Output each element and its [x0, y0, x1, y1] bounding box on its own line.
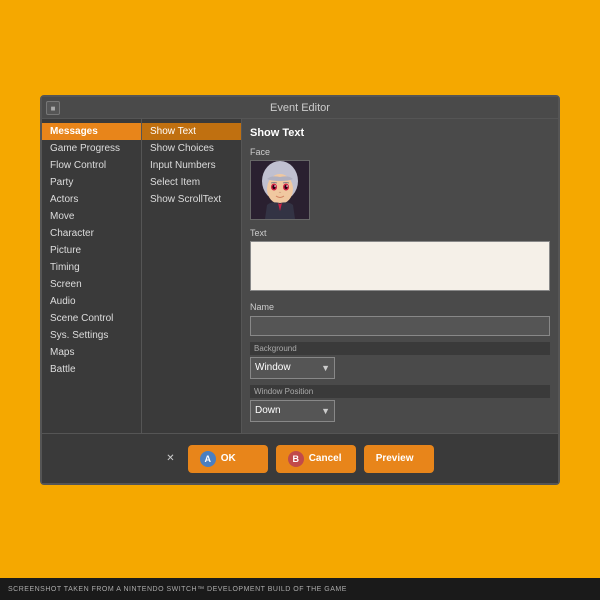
- name-input[interactable]: [250, 316, 550, 336]
- bottom-bar: SCREENSHOT TAKEN FROM A NINTENDO SWITCH™…: [0, 578, 600, 600]
- text-input[interactable]: [250, 241, 550, 291]
- sidebar-item-flow-control[interactable]: Flow Control: [42, 157, 141, 174]
- sidebar-item-game-progress[interactable]: Game Progress: [42, 140, 141, 157]
- a-circle-icon: A: [200, 451, 216, 467]
- editor-window: ■ Event Editor Messages Game Progress Fl…: [40, 95, 560, 485]
- face-label: Face: [250, 147, 550, 157]
- sidebar-item-timing[interactable]: Timing: [42, 259, 141, 276]
- window-position-label: Window Position: [250, 385, 550, 398]
- middle-item-show-text[interactable]: Show Text: [142, 123, 241, 140]
- sidebar-item-audio[interactable]: Audio: [42, 293, 141, 310]
- background-value: Window: [255, 362, 291, 373]
- middle-item-show-choices[interactable]: Show Choices: [142, 140, 241, 157]
- sidebar: Messages Game Progress Flow Control Part…: [42, 119, 142, 433]
- middle-panel: Show Text Show Choices Input Numbers Sel…: [142, 119, 242, 433]
- middle-item-show-scroll-text[interactable]: Show ScrollText: [142, 191, 241, 208]
- window-title: Event Editor: [270, 102, 330, 114]
- window-position-chevron-icon: ▼: [321, 406, 330, 416]
- sidebar-item-character[interactable]: Character: [42, 225, 141, 242]
- middle-item-select-item[interactable]: Select Item: [142, 174, 241, 191]
- sidebar-item-messages[interactable]: Messages: [42, 123, 141, 140]
- name-label: Name: [250, 302, 550, 312]
- sidebar-item-party[interactable]: Party: [42, 174, 141, 191]
- cancel-button[interactable]: B Cancel: [276, 445, 356, 473]
- sidebar-item-battle[interactable]: Battle: [42, 361, 141, 378]
- background-label: Background: [250, 342, 550, 355]
- middle-item-input-numbers[interactable]: Input Numbers: [142, 157, 241, 174]
- right-panel: Show Text Face: [242, 119, 558, 433]
- background-chevron-icon: ▼: [321, 363, 330, 373]
- background-select[interactable]: Window ▼: [250, 357, 335, 379]
- x-indicator: ✕: [166, 453, 174, 464]
- sidebar-item-actors[interactable]: Actors: [42, 191, 141, 208]
- face-image[interactable]: [250, 160, 310, 220]
- sidebar-item-maps[interactable]: Maps: [42, 344, 141, 361]
- window-position-select[interactable]: Down ▼: [250, 400, 335, 422]
- window-icon[interactable]: ■: [46, 101, 60, 115]
- sidebar-item-move[interactable]: Move: [42, 208, 141, 225]
- window-position-value: Down: [255, 405, 281, 416]
- sidebar-item-sys-settings[interactable]: Sys. Settings: [42, 327, 141, 344]
- action-bar: ✕ A OK B Cancel Preview: [42, 433, 558, 483]
- sidebar-item-scene-control[interactable]: Scene Control: [42, 310, 141, 327]
- screenshot-container: ■ Event Editor Messages Game Progress Fl…: [0, 0, 600, 600]
- bottom-bar-text: SCREENSHOT TAKEN FROM A NINTENDO SWITCH™…: [8, 586, 347, 593]
- right-panel-title: Show Text: [250, 127, 550, 139]
- ok-button[interactable]: A OK: [188, 445, 268, 473]
- sidebar-item-screen[interactable]: Screen: [42, 276, 141, 293]
- title-bar: Event Editor: [42, 97, 558, 119]
- editor-body: Messages Game Progress Flow Control Part…: [42, 119, 558, 433]
- b-circle-icon: B: [288, 451, 304, 467]
- sidebar-item-picture[interactable]: Picture: [42, 242, 141, 259]
- text-label: Text: [250, 228, 550, 238]
- preview-button[interactable]: Preview: [364, 445, 434, 473]
